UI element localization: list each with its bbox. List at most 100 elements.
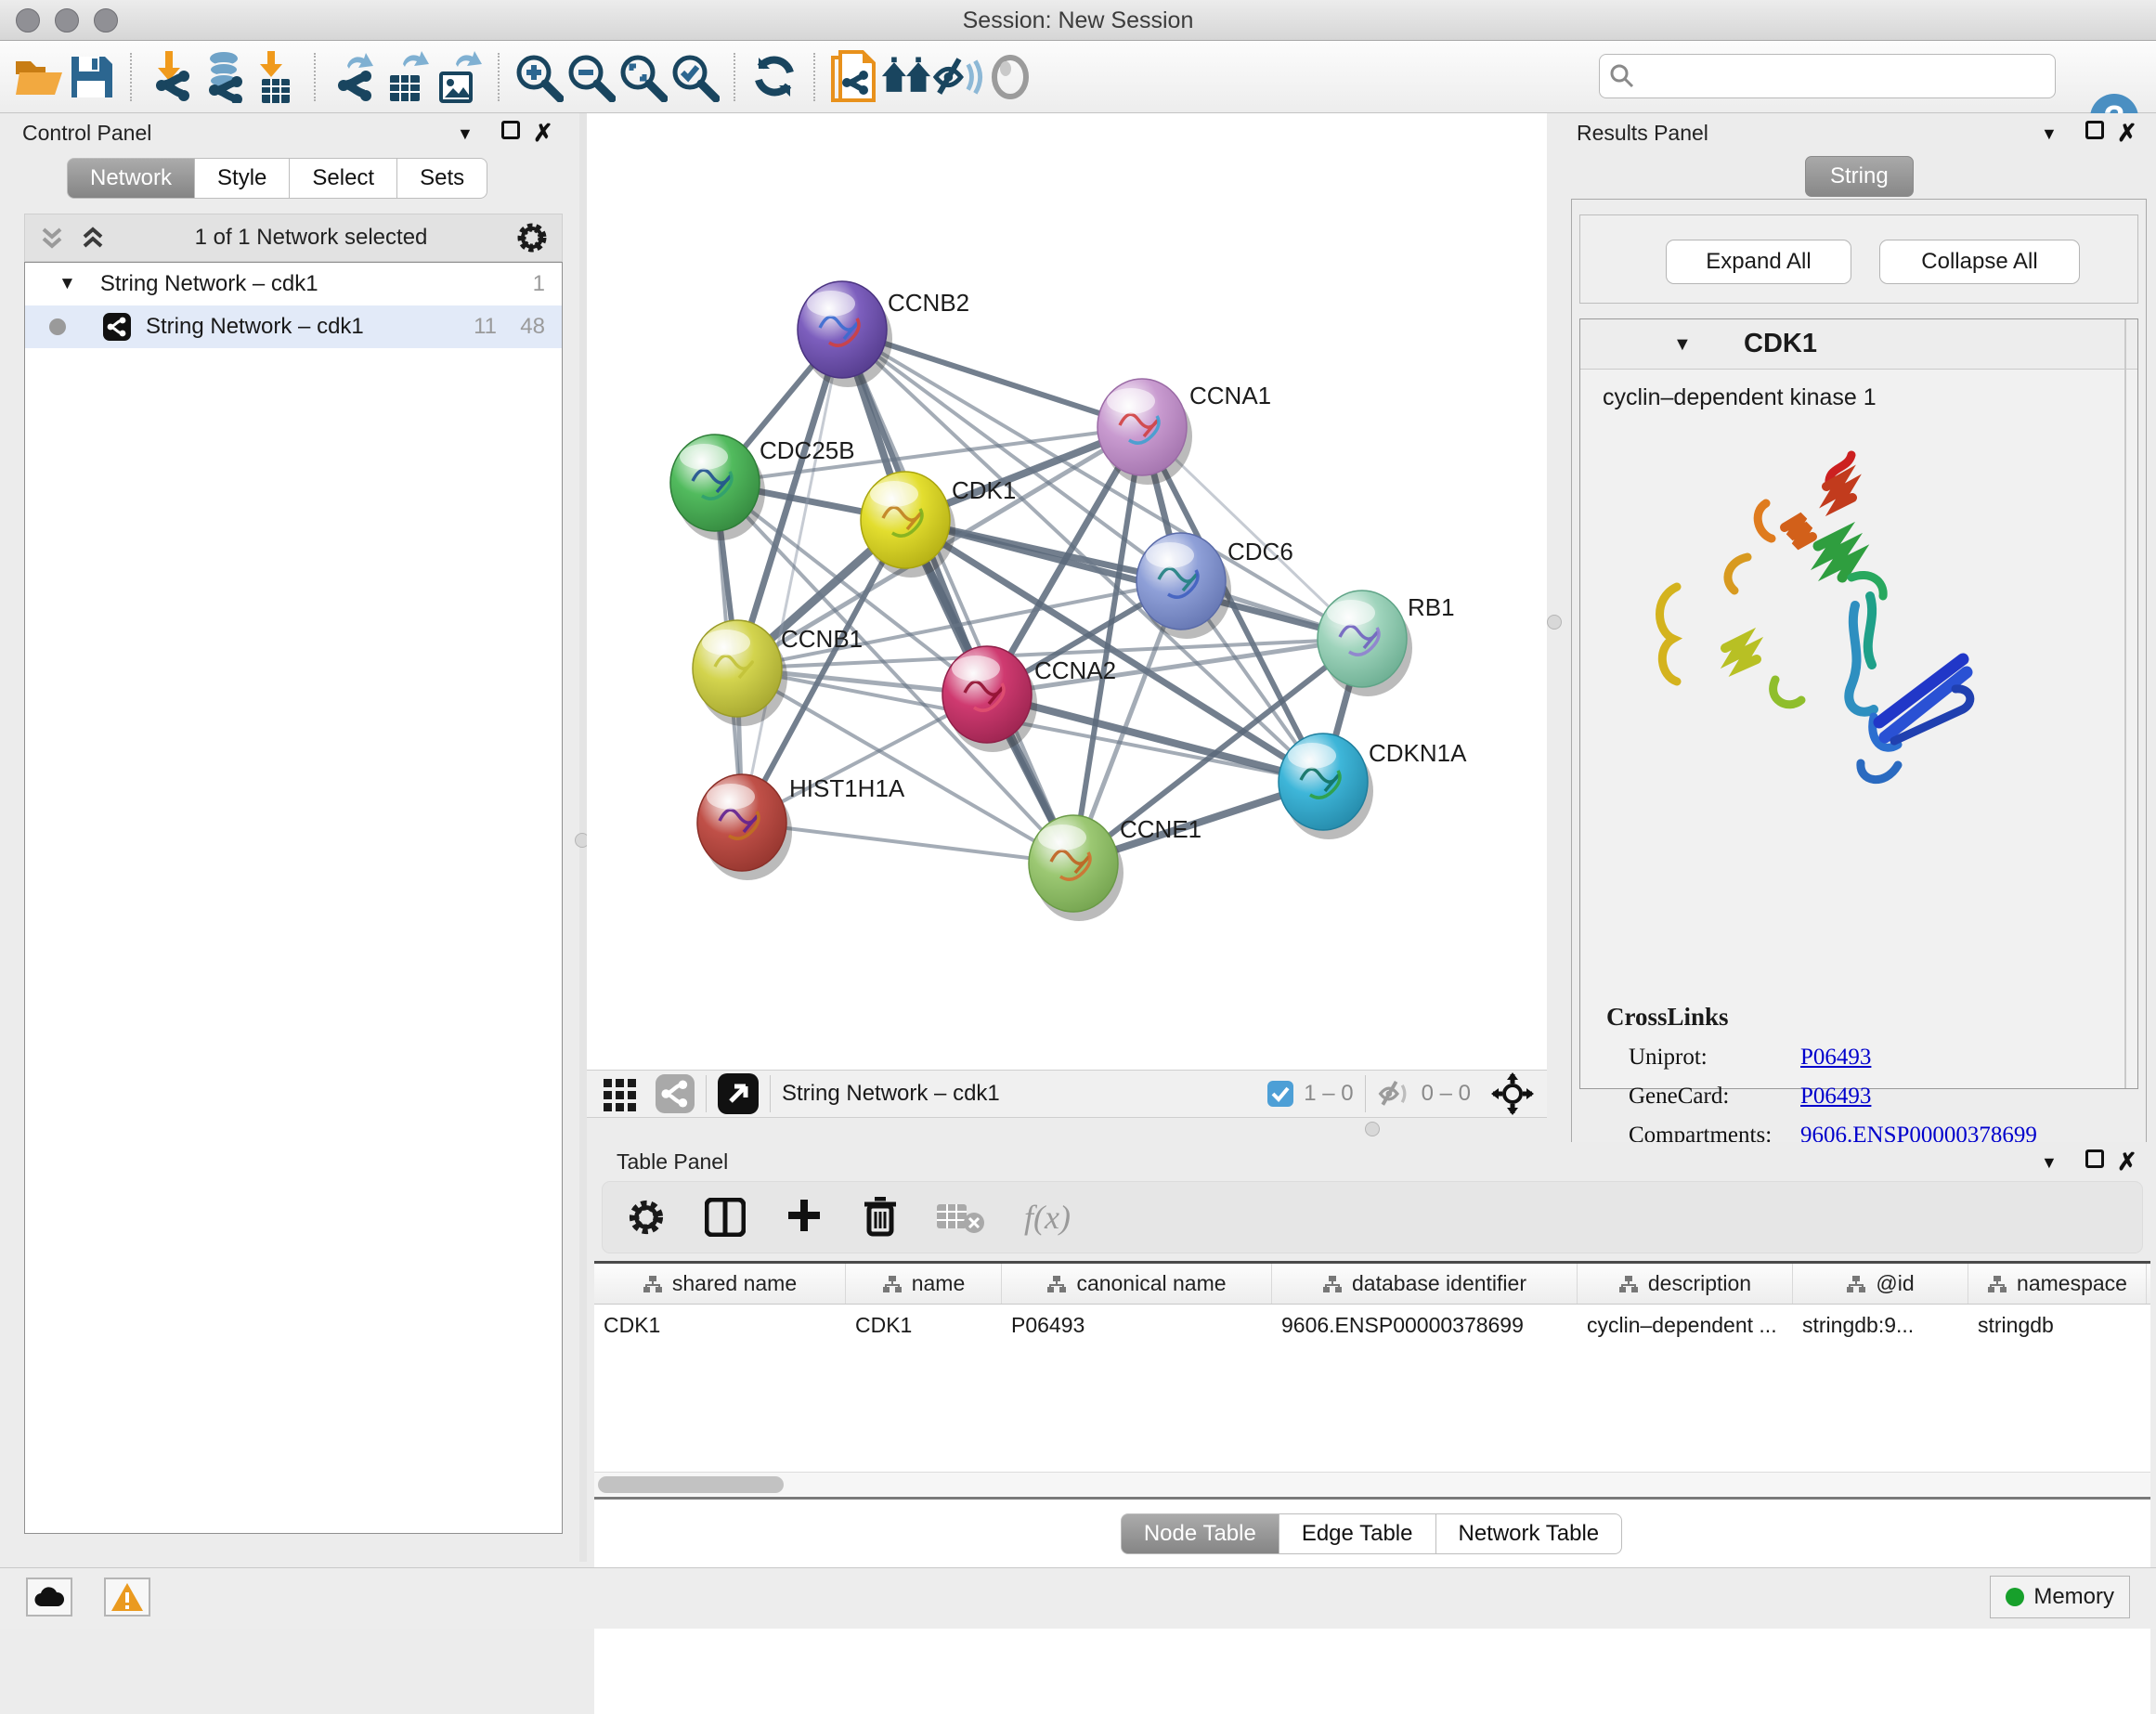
node-label-CCNB1: CCNB1 [781, 625, 863, 653]
network-node-CDC25B[interactable] [670, 435, 765, 540]
network-share-icon[interactable] [656, 1074, 695, 1113]
column-header-namespace[interactable]: namespace [1968, 1264, 2147, 1304]
column-header-database-identifier[interactable]: database identifier [1272, 1264, 1578, 1304]
zoom-out-icon[interactable] [565, 51, 617, 103]
expand-all-icon[interactable] [79, 224, 107, 252]
crosslink-link[interactable]: P06493 [1800, 1084, 1871, 1110]
zoom-fit-icon[interactable] [617, 51, 669, 103]
tab-network[interactable]: Network [67, 158, 195, 199]
cell-description[interactable]: cyclin–dependent ... [1578, 1305, 1793, 1345]
save-session-icon[interactable] [65, 51, 117, 103]
tab-string[interactable]: String [1805, 156, 1914, 197]
cell-name[interactable]: CDK1 [846, 1305, 1002, 1345]
column-header-@id[interactable]: @id [1793, 1264, 1968, 1304]
table-h-scrollbar[interactable] [594, 1472, 2150, 1496]
share-document-icon[interactable] [828, 51, 880, 103]
control-panel-float-icon[interactable] [501, 121, 520, 139]
network-node-CDK1[interactable] [861, 472, 955, 578]
network-node-CDC6[interactable] [1136, 533, 1231, 639]
gene-result-card: ▼ CDK1 cyclin–dependent kinase 1 [1579, 318, 2138, 1089]
column-header-shared-name[interactable]: shared name [594, 1264, 846, 1304]
zoom-in-icon[interactable] [513, 51, 565, 103]
export-image-icon[interactable] [433, 51, 485, 103]
refresh-icon[interactable] [748, 51, 800, 103]
gene-collapse-caret-icon[interactable]: ▼ [1673, 334, 1692, 356]
cell-shared-name[interactable]: CDK1 [594, 1305, 846, 1345]
hide-unhide-icon[interactable] [932, 51, 984, 103]
show-all-icon[interactable] [984, 51, 1036, 103]
cloud-button[interactable] [26, 1578, 72, 1617]
network-node-CCNA2[interactable] [942, 646, 1037, 752]
zoom-selected-icon[interactable] [669, 51, 721, 103]
network-options-gear-icon[interactable] [515, 221, 549, 254]
network-node-CCNE1[interactable] [1029, 815, 1123, 921]
show-column-icon[interactable] [705, 1198, 746, 1237]
control-panel-menu-caret-icon[interactable]: ▼ [457, 124, 474, 144]
results-panel-float-icon[interactable] [2085, 121, 2104, 139]
export-table-icon[interactable] [381, 51, 433, 103]
table-header-row: shared namenamecanonical namedatabase id… [594, 1264, 2150, 1305]
delete-column-icon[interactable] [863, 1197, 898, 1238]
import-network-icon[interactable] [145, 51, 197, 103]
cell-database-identifier[interactable]: 9606.ENSP00000378699 [1272, 1305, 1578, 1345]
results-scrollbar[interactable] [2124, 319, 2126, 1088]
table-panel-float-icon[interactable] [2085, 1149, 2104, 1168]
open-session-icon[interactable] [13, 51, 65, 103]
network-selected-status: 1 of 1 Network selected [107, 225, 515, 251]
collection-caret-icon[interactable]: ▼ [58, 274, 76, 294]
network-row[interactable]: String Network – cdk1 11 48 [25, 305, 562, 348]
import-table-icon[interactable] [249, 51, 301, 103]
warning-button[interactable] [104, 1578, 150, 1617]
selected-checkbox-icon[interactable] [1266, 1080, 1294, 1108]
add-column-icon[interactable] [785, 1198, 824, 1237]
node-label-CCNA1: CCNA1 [1189, 382, 1271, 409]
cell-namespace[interactable]: stringdb [1968, 1305, 2147, 1345]
grid-view-icon[interactable] [602, 1075, 639, 1112]
tab-node-table[interactable]: Node Table [1121, 1513, 1279, 1554]
cell-@id[interactable]: stringdb:9... [1793, 1305, 1968, 1345]
scrollbar-thumb[interactable] [598, 1476, 784, 1493]
table-panel-menu-caret-icon[interactable]: ▼ [2041, 1153, 2058, 1173]
cell-canonical-name[interactable]: P06493 [1002, 1305, 1272, 1345]
left-splitter[interactable] [579, 113, 587, 1562]
tab-style[interactable]: Style [195, 158, 290, 199]
network-node-HIST1H1A[interactable] [697, 774, 792, 880]
tab-network-table[interactable]: Network Table [1436, 1513, 1623, 1554]
memory-button[interactable]: Memory [1990, 1576, 2130, 1618]
network-list: ▼ String Network – cdk1 1 String Network… [24, 262, 563, 1534]
network-edge[interactable] [742, 330, 842, 823]
control-panel-close-icon[interactable]: ✗ [533, 119, 553, 148]
column-header-description[interactable]: description [1578, 1264, 1793, 1304]
import-network-database-icon[interactable] [197, 51, 249, 103]
export-network-icon[interactable] [329, 51, 381, 103]
right-splitter[interactable] [1547, 113, 1562, 1140]
network-node-RB1[interactable] [1318, 591, 1412, 696]
tab-sets[interactable]: Sets [397, 158, 487, 199]
crosslink-link[interactable]: P06493 [1800, 1045, 1871, 1071]
pan-crosshair-icon[interactable] [1491, 1072, 1534, 1115]
tab-select[interactable]: Select [290, 158, 397, 199]
network-node-count: 11 [474, 314, 497, 340]
birds-eye-view-icon[interactable] [718, 1073, 759, 1114]
expand-all-button[interactable]: Expand All [1666, 240, 1851, 284]
column-header-canonical-name[interactable]: canonical name [1002, 1264, 1272, 1304]
search-field[interactable] [1599, 54, 2056, 98]
results-panel-close-icon[interactable]: ✗ [2117, 119, 2137, 148]
network-collection-row[interactable]: ▼ String Network – cdk1 1 [25, 263, 562, 305]
table-settings-gear-icon[interactable] [627, 1198, 666, 1237]
table-panel-close-icon[interactable]: ✗ [2117, 1148, 2137, 1176]
collapse-all-button[interactable]: Collapse All [1879, 240, 2080, 284]
tab-edge-table[interactable]: Edge Table [1279, 1513, 1436, 1554]
search-input[interactable] [1635, 63, 2034, 89]
results-panel-menu-caret-icon[interactable]: ▼ [2041, 124, 2058, 144]
collection-count: 1 [533, 271, 545, 297]
network-canvas[interactable]: CCNB2CCNA1CDC25BCDK1CDC6RB1CCNB1CCNA2CDK… [587, 113, 1547, 1070]
network-node-CCNB2[interactable] [798, 281, 892, 387]
column-header-name[interactable]: name [846, 1264, 1002, 1304]
network-node-CCNA1[interactable] [1097, 379, 1192, 485]
collapse-all-icon[interactable] [38, 224, 66, 252]
home-icon[interactable] [880, 51, 932, 103]
network-node-CDKN1A[interactable] [1279, 734, 1373, 839]
network-view-title: String Network – cdk1 [782, 1081, 1000, 1107]
table-row[interactable]: CDK1CDK1P064939606.ENSP00000378699cyclin… [594, 1305, 2150, 1345]
